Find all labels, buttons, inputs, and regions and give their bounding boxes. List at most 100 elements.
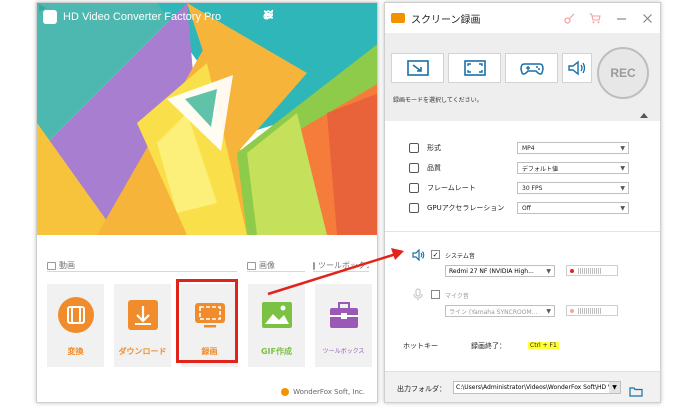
app-title: HD Video Converter Factory Pro bbox=[63, 11, 222, 23]
section-video-label: 動画 bbox=[59, 261, 75, 270]
framerate-row: フレームレート 30 FPS ▼ bbox=[409, 182, 635, 194]
mic-device: ライン (Yamaha SYNCROOM... bbox=[449, 308, 538, 316]
image-section-icon bbox=[247, 261, 256, 270]
stop-hotkey-value[interactable]: Ctrl + F1 bbox=[528, 342, 559, 349]
gamepad-icon bbox=[519, 63, 544, 75]
wonderfox-logo-icon bbox=[281, 388, 290, 396]
cart-icon[interactable] bbox=[588, 11, 602, 25]
toolbox-icon bbox=[325, 296, 363, 334]
company-name: WonderFox Soft, Inc. bbox=[293, 388, 365, 396]
hero-banner: HD Video Converter Factory Pro bbox=[37, 3, 377, 235]
format-label: 形式 bbox=[427, 144, 441, 152]
recorder-title-bar: スクリーン録画 bbox=[385, 3, 660, 33]
settings-divider bbox=[385, 231, 660, 232]
level-indicator-dot bbox=[570, 268, 574, 273]
title-bar: HD Video Converter Factory Pro bbox=[37, 3, 377, 31]
tool-convert-label: 変換 bbox=[67, 347, 84, 356]
hotkey-label: ホットキー bbox=[403, 342, 438, 350]
chevron-down-icon: ▼ bbox=[620, 145, 625, 152]
key-icon[interactable] bbox=[562, 11, 576, 25]
quality-row: 品質 デフォルト値 ▼ bbox=[409, 162, 635, 174]
tool-toolbox-label: ツールボックス bbox=[322, 348, 365, 355]
menu-list-icon[interactable] bbox=[264, 9, 325, 23]
chevron-down-icon: ▼ bbox=[546, 308, 551, 315]
section-video-divider bbox=[47, 271, 237, 272]
quality-icon bbox=[409, 163, 419, 173]
mic-audio-checkbox[interactable] bbox=[431, 290, 440, 299]
quality-label: 品質 bbox=[427, 164, 441, 172]
chevron-down-icon: ▼ bbox=[620, 205, 625, 212]
record-mode-bar: REC 録画モードを選択してください。 bbox=[385, 33, 660, 121]
recorder-app-icon bbox=[391, 13, 405, 23]
region-select-icon bbox=[406, 60, 429, 76]
film-convert-icon bbox=[57, 296, 95, 334]
collapse-arrow-icon[interactable] bbox=[640, 113, 648, 118]
output-path-select[interactable]: C:\Users\Administrator\Videos\WonderFox … bbox=[453, 381, 621, 394]
chevron-down-icon: ▼ bbox=[620, 165, 625, 172]
mic-device-select[interactable]: ライン (Yamaha SYNCROOM... ▼ bbox=[445, 305, 555, 317]
stop-hotkey-label: 録画終了： bbox=[471, 342, 506, 350]
game-mode-button[interactable] bbox=[505, 53, 558, 83]
chevron-down-icon: ▼ bbox=[609, 382, 620, 393]
toolbox-section-icon bbox=[313, 261, 315, 270]
region-mode-button[interactable] bbox=[391, 53, 444, 83]
system-audio-label: システム音 bbox=[445, 253, 475, 260]
section-image-label: 画像 bbox=[259, 261, 275, 270]
company-footer: WonderFox Soft, Inc. bbox=[281, 388, 365, 396]
system-audio-checkbox[interactable]: ✓ bbox=[431, 250, 440, 259]
output-bar: 出力フォルダ： C:\Users\Administrator\Videos\Wo… bbox=[385, 371, 660, 402]
framerate-select[interactable]: 30 FPS ▼ bbox=[517, 182, 629, 194]
framerate-value: 30 FPS bbox=[522, 184, 543, 192]
system-speaker-icon bbox=[411, 248, 425, 262]
level-indicator-dot bbox=[570, 308, 574, 313]
quality-value: デフォルト値 bbox=[522, 165, 559, 173]
minimize-icon[interactable] bbox=[264, 9, 349, 23]
fullscreen-icon bbox=[463, 60, 486, 76]
gpu-select[interactable]: Off ▼ bbox=[517, 202, 629, 214]
framerate-icon bbox=[409, 183, 419, 193]
screen-recorder-window: スクリーン録画 REC 録画モードを選択してください。 形式 MP4 ▼ 品質 … bbox=[384, 2, 661, 403]
gpu-row: GPUアクセラレーション Off ▼ bbox=[409, 202, 635, 214]
format-row: 形式 MP4 ▼ bbox=[409, 142, 635, 154]
system-audio-device-select[interactable]: Redmi 27 NF (NVIDIA High... ▼ bbox=[445, 265, 555, 277]
tool-gif[interactable]: GIF作成 bbox=[248, 284, 305, 367]
speaker-icon bbox=[568, 60, 586, 76]
section-toolbox: ツールボックス bbox=[313, 260, 369, 271]
section-video: 動画 bbox=[47, 260, 75, 271]
gpu-value: Off bbox=[522, 204, 531, 212]
quality-select[interactable]: デフォルト値 ▼ bbox=[517, 162, 629, 174]
section-labels: 動画 画像 ツールボックス bbox=[47, 260, 372, 274]
minimize-icon[interactable] bbox=[614, 11, 628, 25]
tool-toolbox[interactable]: ツールボックス bbox=[315, 284, 372, 367]
image-gif-icon bbox=[258, 296, 296, 334]
close-icon[interactable] bbox=[264, 9, 373, 23]
video-section-icon bbox=[47, 261, 56, 270]
settings-gear-icon[interactable] bbox=[264, 9, 301, 23]
fullscreen-mode-button[interactable] bbox=[448, 53, 501, 83]
section-image: 画像 bbox=[247, 260, 275, 271]
format-select[interactable]: MP4 ▼ bbox=[517, 142, 629, 154]
hero-graphic bbox=[37, 3, 377, 235]
gpu-label: GPUアクセラレーション bbox=[427, 204, 505, 212]
format-value: MP4 bbox=[522, 144, 535, 152]
framerate-label: フレームレート bbox=[427, 184, 476, 192]
tool-download-label: ダウンロード bbox=[118, 347, 167, 356]
system-audio-device: Redmi 27 NF (NVIDIA High... bbox=[449, 267, 534, 275]
section-toolbox-divider bbox=[313, 271, 369, 272]
tool-gif-label: GIF作成 bbox=[260, 347, 292, 356]
microphone-icon bbox=[411, 287, 425, 301]
download-icon bbox=[124, 296, 162, 334]
app-logo-icon bbox=[39, 4, 57, 24]
close-icon[interactable] bbox=[640, 11, 654, 25]
rec-button[interactable]: REC bbox=[597, 47, 649, 99]
mode-hint: 録画モードを選択してください。 bbox=[393, 97, 483, 104]
tool-download[interactable]: ダウンロード bbox=[114, 284, 171, 367]
mic-level-meter bbox=[566, 305, 618, 316]
chevron-down-icon: ▼ bbox=[546, 268, 551, 275]
open-folder-icon[interactable] bbox=[629, 382, 643, 397]
tool-convert[interactable]: 変換 bbox=[47, 284, 104, 367]
output-path: C:\Users\Administrator\Videos\WonderFox … bbox=[456, 384, 613, 391]
audio-mode-button[interactable] bbox=[562, 53, 592, 83]
section-image-divider bbox=[247, 271, 305, 272]
gpu-icon bbox=[409, 203, 419, 213]
